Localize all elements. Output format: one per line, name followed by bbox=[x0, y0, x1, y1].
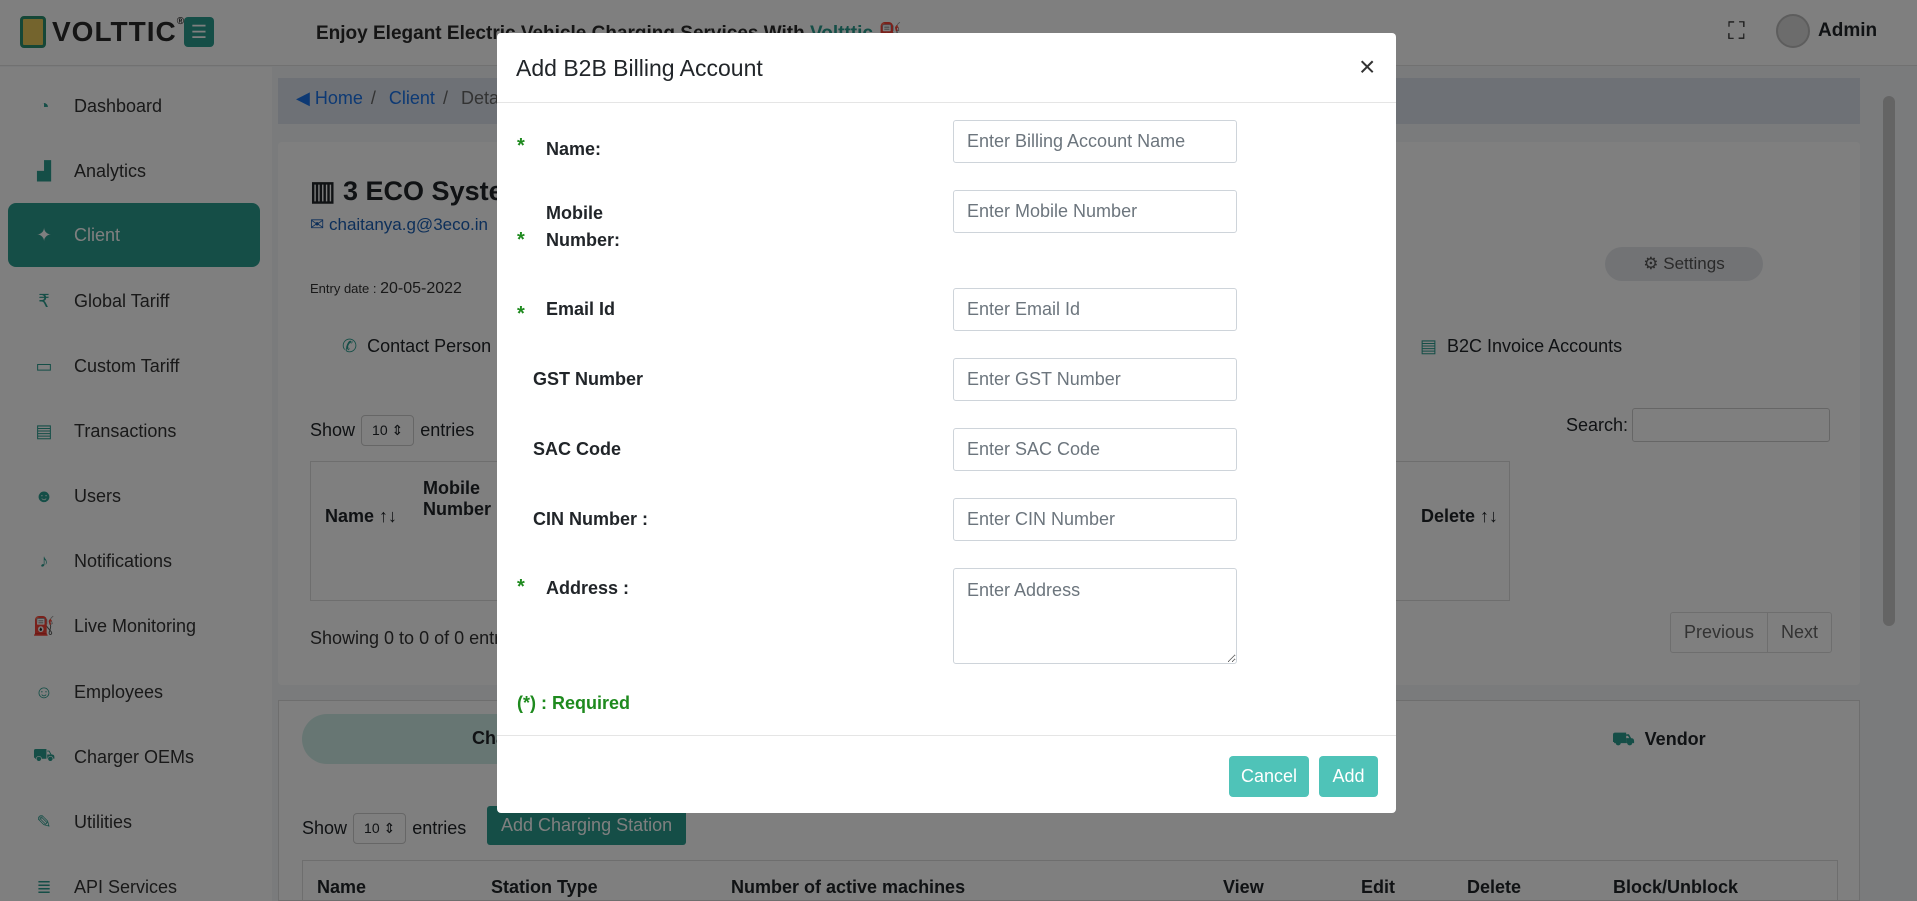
modal-header: Add B2B Billing Account × bbox=[497, 33, 1396, 103]
gst-label: GST Number bbox=[533, 369, 644, 389]
billing-account-name-input[interactable] bbox=[953, 120, 1237, 163]
sac-code-input[interactable] bbox=[953, 428, 1237, 471]
mobile-number-input[interactable] bbox=[953, 190, 1237, 233]
modal-footer: Cancel Add bbox=[497, 735, 1396, 813]
gst-number-input[interactable] bbox=[953, 358, 1237, 401]
email-field[interactable] bbox=[953, 288, 1237, 331]
address-label: Address : bbox=[546, 578, 630, 598]
name-label: Name: bbox=[546, 139, 602, 159]
required-marker: * bbox=[517, 135, 525, 157]
required-marker: * bbox=[517, 303, 525, 325]
cin-label: CIN Number : bbox=[533, 509, 649, 529]
close-icon[interactable]: × bbox=[1359, 51, 1375, 83]
cancel-button[interactable]: Cancel bbox=[1229, 756, 1309, 797]
add-b2b-billing-account-modal: Add B2B Billing Account × * Name: * Mobi… bbox=[497, 33, 1396, 813]
email-label: Email Id bbox=[546, 299, 616, 319]
cin-number-input[interactable] bbox=[953, 498, 1237, 541]
required-marker: * bbox=[517, 229, 525, 251]
mobile-label: Mobile Number: bbox=[546, 203, 621, 250]
add-button[interactable]: Add bbox=[1319, 756, 1378, 797]
required-note: (*) : Required bbox=[517, 693, 631, 713]
sac-label: SAC Code bbox=[533, 439, 622, 459]
modal-title: Add B2B Billing Account bbox=[516, 55, 763, 81]
address-textarea[interactable] bbox=[953, 568, 1237, 664]
required-marker: * bbox=[517, 576, 525, 598]
